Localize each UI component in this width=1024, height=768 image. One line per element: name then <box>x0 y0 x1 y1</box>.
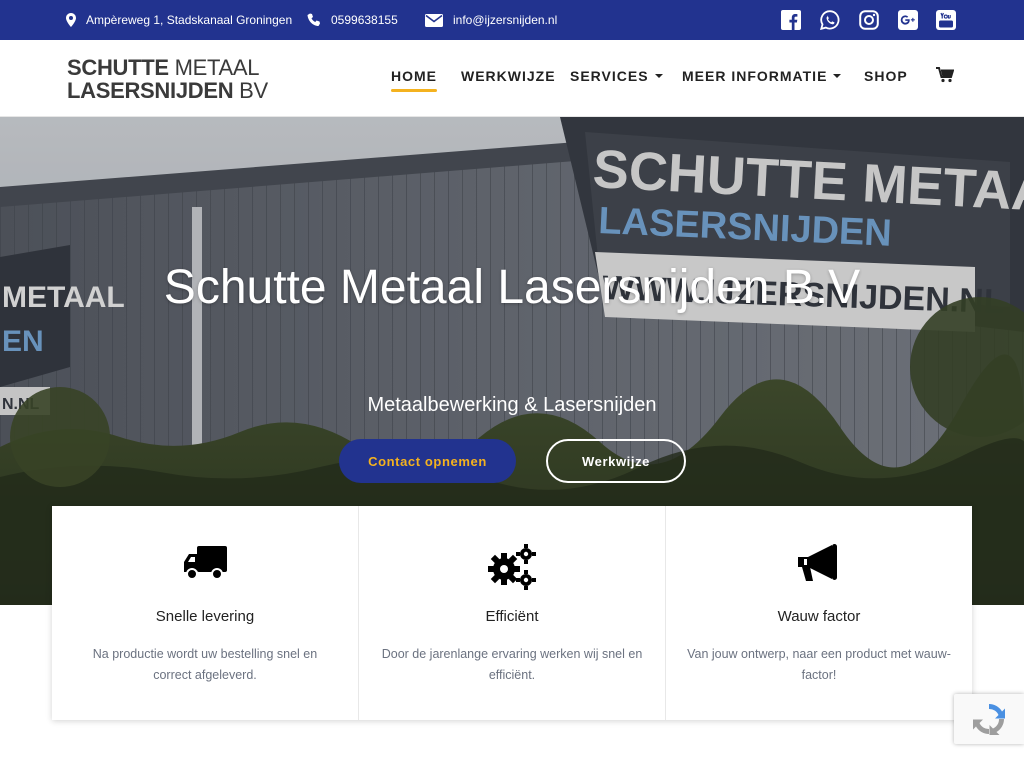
instagram-icon[interactable] <box>859 10 879 30</box>
whatsapp-icon[interactable] <box>820 10 840 30</box>
logo-line-2: LASERSNIJDEN BV <box>67 79 268 102</box>
truck-icon <box>52 544 358 588</box>
nav-werkwijze[interactable]: WERKWIJZE <box>461 68 556 84</box>
werkwijze-button[interactable]: Werkwijze <box>546 439 686 483</box>
nav-home-label: HOME <box>391 68 437 84</box>
logo-line-1-thin: METAAL <box>174 55 260 80</box>
phone-text: 0599638155 <box>331 13 398 27</box>
hero-title: Schutte Metaal Lasersnijden B.V <box>163 261 861 314</box>
google-plus-icon[interactable] <box>898 10 918 30</box>
logo-line-1-bold: SCHUTTE <box>67 55 169 80</box>
nav-services[interactable]: SERVICES <box>570 68 663 84</box>
youtube-icon[interactable] <box>936 10 956 30</box>
feature-card: Snelle levering Na productie wordt uw be… <box>52 506 359 720</box>
top-contact-bar: Ampèreweg 1, Stadskanaal Groningen 05996… <box>0 0 1024 40</box>
address-item: Ampèreweg 1, Stadskanaal Groningen <box>66 0 292 40</box>
envelope-icon <box>425 13 443 27</box>
cart-icon[interactable] <box>936 67 955 88</box>
email-text: info@ijzersnijden.nl <box>453 13 558 27</box>
feature-text: Na productie wordt uw bestelling snel en… <box>92 647 318 682</box>
nav-werkwijze-label: WERKWIJZE <box>461 68 556 84</box>
feature-text: Van jouw ontwerp, naar een product met w… <box>687 647 951 682</box>
chevron-down-icon <box>833 74 842 78</box>
feature-title: Snelle levering <box>155 608 255 625</box>
contact-button[interactable]: Contact opnemen <box>339 439 516 483</box>
logo-line-2-bold: LASERSNIJDEN <box>67 78 234 103</box>
recaptcha-icon <box>973 704 1005 735</box>
phone-icon <box>307 13 320 26</box>
megaphone-icon <box>666 544 972 588</box>
recaptcha-badge[interactable] <box>954 694 1024 744</box>
features-section: Snelle levering Na productie wordt uw be… <box>52 506 972 720</box>
site-logo[interactable]: SCHUTTE METAAL LASERSNIJDEN BV <box>67 56 268 102</box>
email-item[interactable]: info@ijzersnijden.nl <box>425 0 557 40</box>
nav-meer-informatie[interactable]: MEER INFORMATIE <box>682 68 842 84</box>
feature-card: Wauw factor Van jouw ontwerp, naar een p… <box>666 506 972 720</box>
map-marker-icon <box>66 13 76 27</box>
feature-card: Efficiënt Door de jarenlange ervaring we… <box>359 506 666 720</box>
feature-title: Wauw factor <box>777 608 861 625</box>
feature-text: Door de jarenlange ervaring werken wij s… <box>381 647 643 682</box>
nav-shop[interactable]: SHOP <box>864 68 908 84</box>
logo-line-1: SCHUTTE METAAL <box>67 56 268 79</box>
chevron-down-icon <box>654 74 663 78</box>
logo-line-2-thin: BV <box>239 78 268 103</box>
phone-item[interactable]: 0599638155 <box>307 0 398 40</box>
facebook-icon[interactable] <box>781 10 801 30</box>
nav-services-label: SERVICES <box>570 68 649 84</box>
nav-shop-label: SHOP <box>864 68 908 84</box>
gears-icon <box>359 544 665 590</box>
feature-title: Efficiënt <box>485 608 539 625</box>
main-header: SCHUTTE METAAL LASERSNIJDEN BV HOME WERK… <box>0 40 1024 117</box>
nav-home[interactable]: HOME <box>391 68 437 92</box>
nav-meer-informatie-label: MEER INFORMATIE <box>682 68 828 84</box>
address-text: Ampèreweg 1, Stadskanaal Groningen <box>86 13 293 27</box>
hero-subtitle: Metaalbewerking & Lasersnijden <box>367 394 657 416</box>
